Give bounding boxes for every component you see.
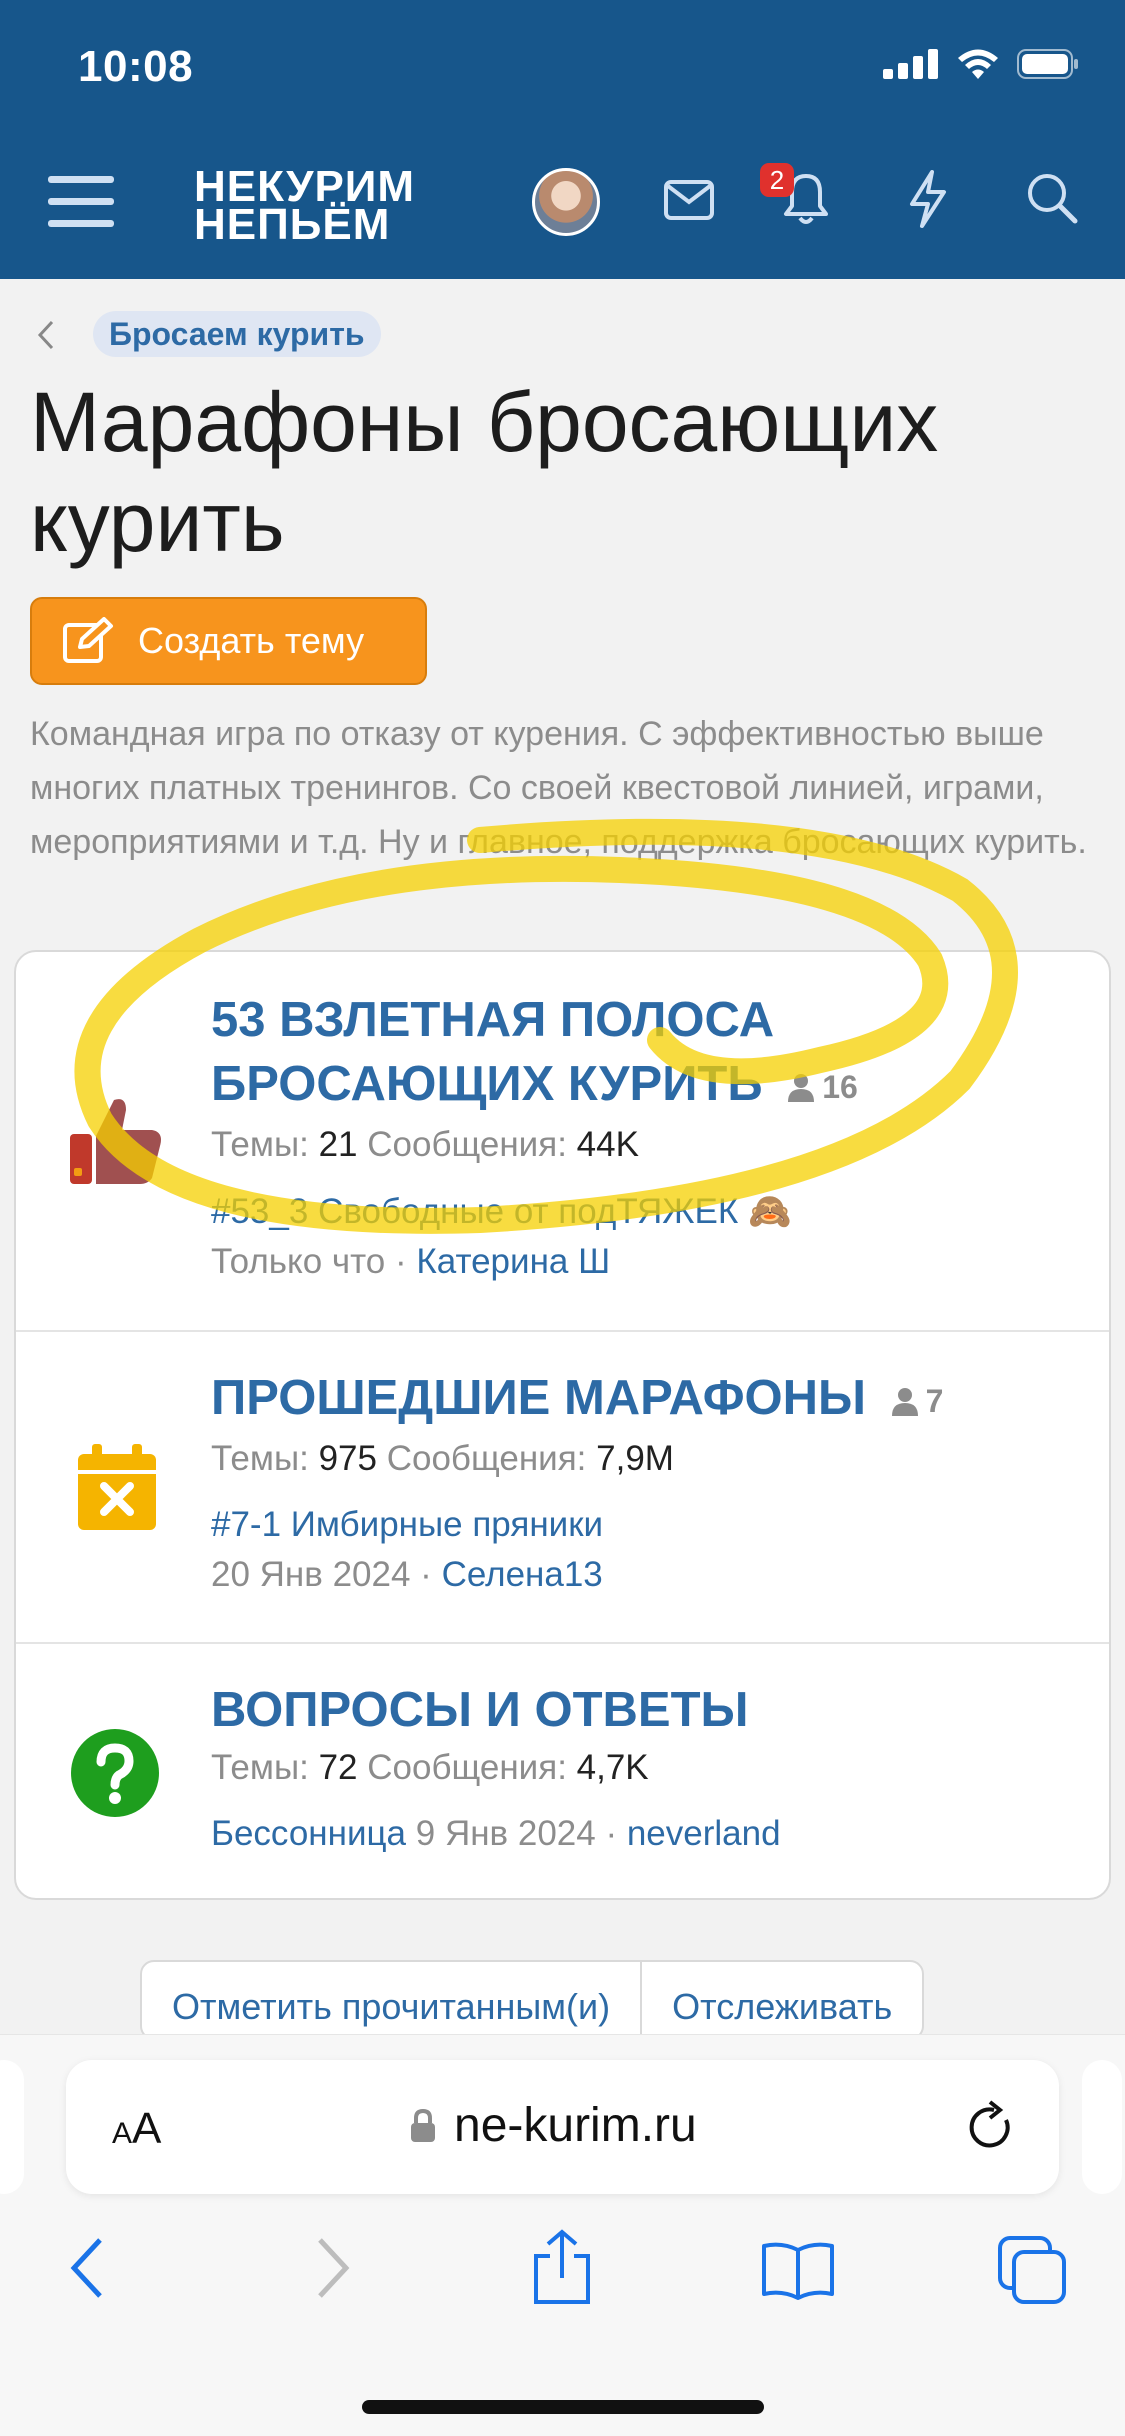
tabs-icon[interactable]	[996, 2234, 1068, 2306]
search-icon[interactable]	[1026, 172, 1078, 224]
forum-node-list: 53 ВЗЛЕТНАЯ ПОЛОСА БРОСАЮЩИХ КУРИТЬ 16 Т…	[14, 950, 1111, 1900]
create-thread-label: Создать тему	[138, 620, 365, 661]
watch-button[interactable]: Отслеживать	[640, 1962, 922, 2038]
last-post-meta: Только что · Катерина Ш	[211, 1242, 1069, 1282]
messages-label: Сообщения:	[367, 1125, 567, 1165]
create-thread-button[interactable]: Создать тему	[30, 597, 427, 685]
node-stats: Темы: 21 Сообщения: 44K	[211, 1125, 1069, 1165]
home-indicator	[362, 2400, 764, 2414]
threads-label: Темы:	[211, 1748, 309, 1787]
share-icon[interactable]	[530, 2228, 594, 2306]
last-post-time: 9 Янв 2024 ·	[415, 1814, 618, 1853]
breadcrumb-parent[interactable]: Бросаем курить	[93, 311, 381, 357]
messages-value: 7,9M	[596, 1439, 674, 1479]
threads-value: 21	[318, 1125, 358, 1165]
threads-value: 72	[318, 1748, 358, 1787]
calendar-x-icon	[78, 1444, 156, 1530]
logo-line-2: НЕПЬЁМ	[194, 200, 391, 249]
last-post-time: Только что ·	[211, 1242, 407, 1282]
members-count: 7	[890, 1369, 944, 1433]
forum-description: Командная игра по отказу от курения. С э…	[30, 715, 1087, 861]
last-post-user[interactable]: Катерина Ш	[416, 1242, 610, 1281]
signal-icon	[883, 49, 938, 79]
node-item[interactable]: 53 ВЗЛЕТНАЯ ПОЛОСА БРОСАЮЩИХ КУРИТЬ 16 Т…	[16, 952, 1109, 1332]
lock-icon	[411, 2108, 435, 2142]
status-icons	[883, 48, 1079, 80]
messages-label: Сообщения:	[386, 1439, 587, 1479]
url-text: ne-kurim.ru	[454, 2099, 697, 2152]
battery-icon	[1017, 49, 1078, 79]
forward-arrow-icon[interactable]	[312, 2236, 352, 2300]
forum-actions: Отметить прочитанным(и) Отслеживать	[140, 1960, 925, 2040]
messages-value: 4,7K	[576, 1748, 649, 1787]
last-thread-link[interactable]: #7-1 Имбирные пряники	[211, 1505, 1069, 1545]
user-icon	[788, 1074, 815, 1103]
last-thread-link[interactable]: #53_3 Свободные от подТЯЖЕК 🙈	[211, 1191, 1069, 1232]
last-post-user[interactable]: neverland	[627, 1814, 781, 1853]
node-item[interactable]: ВОПРОСЫ И ОТВЕТЫ Темы: 72 Сообщения: 4,7…	[16, 1644, 1109, 1898]
previous-tab-edge[interactable]	[0, 2060, 24, 2194]
last-post-meta: Бессонница 9 Янв 2024 · neverland	[211, 1814, 1069, 1854]
members-value: 16	[822, 1069, 858, 1106]
last-post-time: 20 Янв 2024 ·	[211, 1555, 432, 1595]
node-stats: Темы: 975 Сообщения: 7,9M	[211, 1439, 1069, 1479]
wifi-icon	[958, 49, 998, 79]
lightning-icon[interactable]	[906, 170, 950, 228]
thumbs-up-icon	[70, 1099, 161, 1184]
node-title[interactable]: ВОПРОСЫ И ОТВЕТЫ	[211, 1683, 748, 1737]
last-post-meta: 20 Янв 2024 · Селена13	[211, 1555, 1069, 1595]
notification-badge: 2	[760, 163, 794, 197]
mail-icon[interactable]	[664, 180, 714, 220]
bookmarks-icon[interactable]	[760, 2240, 836, 2300]
menu-icon[interactable]	[48, 174, 114, 230]
reader-settings-button[interactable]: AA	[112, 2104, 161, 2154]
node-item[interactable]: ПРОШЕДШИЕ МАРАФОНЫ 7 Темы: 975 Сообщения…	[16, 1332, 1109, 1644]
threads-label: Темы:	[211, 1125, 309, 1165]
page-title: Марафоны бросающих курить	[30, 375, 939, 569]
reload-icon[interactable]	[966, 2100, 1016, 2154]
question-icon	[71, 1729, 159, 1817]
node-stats: Темы: 72 Сообщения: 4,7K	[211, 1748, 1069, 1788]
messages-label: Сообщения:	[367, 1748, 567, 1787]
next-tab-edge[interactable]	[1082, 2060, 1122, 2194]
last-thread-link[interactable]: Бессонница	[211, 1814, 406, 1853]
threads-label: Темы:	[211, 1439, 309, 1479]
back-arrow-icon[interactable]	[68, 2236, 108, 2300]
url-display[interactable]: ne-kurim.ru	[410, 2098, 697, 2153]
mark-read-button[interactable]: Отметить прочитанным(и)	[142, 1962, 640, 2038]
site-logo[interactable]: НЕКУРИМ НЕПЬЁМ	[194, 165, 415, 249]
members-count: 16	[786, 1055, 858, 1119]
back-chevron-icon[interactable]	[34, 318, 58, 352]
node-title[interactable]: 53 ВЗЛЕТНАЯ ПОЛОСА БРОСАЮЩИХ КУРИТЬ	[211, 993, 774, 1111]
threads-value: 975	[318, 1439, 377, 1479]
members-value: 7	[925, 1383, 944, 1420]
status-time: 10:08	[78, 42, 194, 91]
node-title[interactable]: ПРОШЕДШИЕ МАРАФОНЫ	[211, 1371, 866, 1425]
user-avatar[interactable]	[532, 168, 600, 236]
messages-value: 44K	[576, 1125, 639, 1165]
user-icon	[891, 1388, 918, 1417]
edit-icon	[63, 617, 113, 663]
last-post-user[interactable]: Селена13	[442, 1555, 603, 1594]
